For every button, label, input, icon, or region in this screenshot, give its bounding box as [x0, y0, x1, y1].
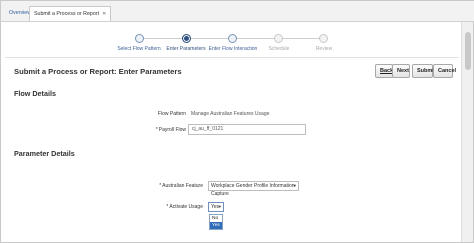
vertical-scrollbar[interactable] — [461, 22, 473, 242]
payroll-flow-input[interactable]: cj_au_ff_0121 — [188, 124, 306, 135]
required-marker: * — [155, 127, 158, 133]
train-stop-review — [319, 34, 328, 43]
train-label-schedule: Schedule — [268, 46, 290, 52]
cancel-button[interactable]: Cancel — [433, 64, 457, 78]
divider — [5, 57, 459, 58]
app-window: Overview Submit a Process or Report ✕ Sel… — [0, 0, 474, 243]
next-button[interactable]: Next — [392, 64, 410, 78]
parameter-details-heading: Parameter Details — [14, 149, 75, 158]
next-button-label: Next — [397, 68, 409, 74]
chevron-down-icon: ▾ — [293, 183, 296, 188]
payroll-flow-label: *Payroll Flow — [141, 127, 186, 133]
train-stop-enter-flow-interaction[interactable] — [228, 34, 237, 43]
close-icon[interactable]: ✕ — [102, 11, 106, 17]
train-stop-enter-parameters[interactable] — [182, 34, 191, 43]
australian-feature-label: *Australian Feature — [131, 183, 203, 189]
back-button[interactable]: Back — [375, 64, 393, 78]
option-no[interactable]: No — [210, 215, 222, 222]
flow-pattern-value: Manage Australian Features Usage — [191, 111, 270, 117]
australian-feature-label-text: Australian Feature — [162, 183, 203, 189]
payroll-flow-value: cj_au_ff_0121 — [192, 126, 224, 132]
scrollbar-thumb[interactable] — [465, 32, 471, 70]
activate-usage-select[interactable]: Yes ▾ — [208, 202, 224, 212]
submit-button[interactable]: Submit — [412, 64, 436, 78]
train-stop-select-flow-pattern[interactable] — [135, 34, 144, 43]
cancel-button-label: Cancel — [438, 68, 457, 74]
process-train: Select Flow Pattern Enter Parameters Ent… — [1, 31, 461, 55]
chevron-down-icon: ▾ — [218, 204, 221, 209]
activate-usage-dropdown: No Yes — [209, 214, 223, 230]
activate-usage-label-text: Activate Usage — [169, 204, 203, 210]
australian-feature-value: Workplace Gender Profile Information Cap… — [211, 183, 295, 197]
tab-submit-process-label: Submit a Process or Report — [34, 11, 100, 17]
page-title: Submit a Process or Report: Enter Parame… — [14, 67, 182, 76]
required-marker: * — [159, 183, 162, 189]
australian-feature-select[interactable]: Workplace Gender Profile Information Cap… — [208, 181, 299, 197]
flow-details-heading: Flow Details — [14, 89, 56, 98]
activate-usage-label: *Activate Usage — [151, 204, 203, 210]
flow-pattern-label: Flow Pattern — [157, 111, 186, 117]
train-label-select-flow-pattern[interactable]: Select Flow Pattern — [117, 46, 160, 52]
tab-overview[interactable]: Overview — [9, 6, 31, 21]
tab-bar: Overview Submit a Process or Report ✕ — [1, 1, 474, 22]
option-yes[interactable]: Yes — [210, 222, 222, 229]
tab-submit-process[interactable]: Submit a Process or Report ✕ — [29, 6, 112, 21]
train-label-review: Review — [315, 46, 333, 52]
train-label-enter-parameters: Enter Parameters — [166, 46, 206, 52]
payroll-flow-label-text: Payroll Flow — [158, 127, 186, 133]
train-stop-schedule — [274, 34, 283, 43]
train-label-enter-flow-interaction[interactable]: Enter Flow Interaction — [209, 46, 258, 52]
